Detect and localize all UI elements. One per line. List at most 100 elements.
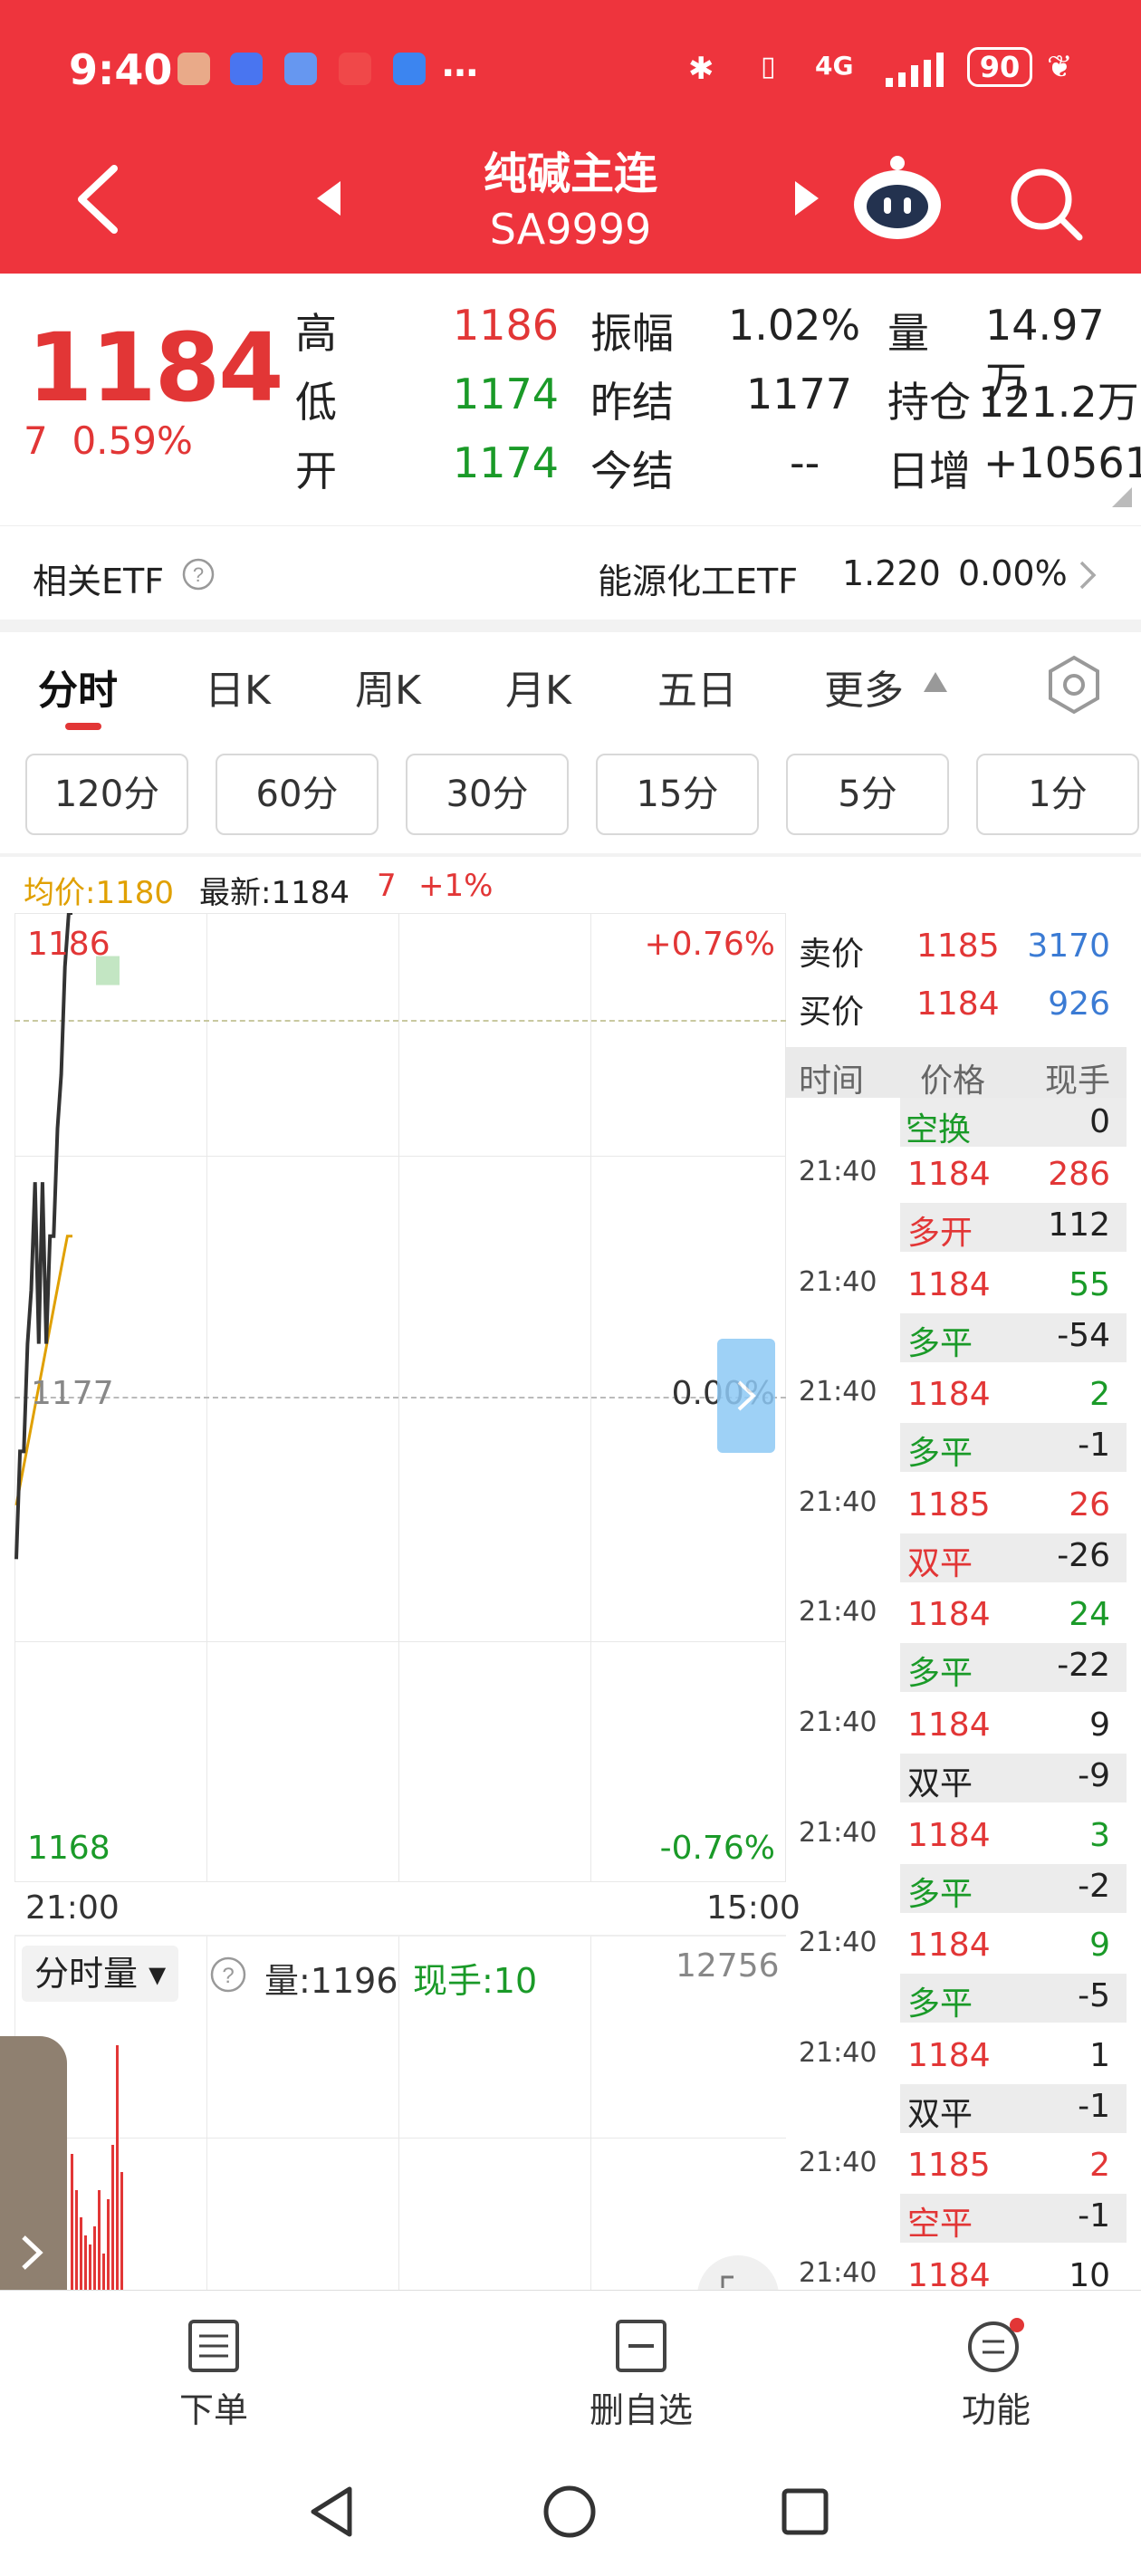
range-1[interactable]: 1分: [976, 754, 1139, 835]
trade-type: 双平: [907, 2095, 973, 2133]
help-icon[interactable]: ?: [181, 557, 216, 591]
volume-max: 12756: [676, 1947, 780, 1985]
trade-price: 1184: [907, 1927, 991, 1965]
range-5[interactable]: 5分: [786, 754, 949, 835]
trade-hand: -26: [1057, 1536, 1110, 1574]
etf-label: 相关ETF: [33, 562, 165, 601]
home-nav-icon[interactable]: [540, 2484, 599, 2540]
trade-volume: 26: [1069, 1485, 1110, 1523]
tab-more[interactable]: 更多: [824, 658, 904, 716]
trade-time: 21:40: [799, 2147, 877, 2179]
chevron-right-icon: [1079, 561, 1097, 590]
hand-value: 现手:10: [413, 1961, 538, 2001]
latest-price: 最新:1184: [199, 875, 350, 911]
bid-volume: 926: [1048, 985, 1110, 1023]
volume-indicator-label: 分时量: [34, 1954, 139, 1994]
trade-volume: 55: [1069, 1265, 1110, 1303]
gridline: [398, 1937, 399, 2292]
price-lines: [14, 913, 120, 1560]
range-120[interactable]: 120分: [25, 754, 188, 835]
help-icon[interactable]: ?: [208, 1955, 248, 1994]
prev-settle-value: 1177: [746, 370, 853, 418]
search-icon[interactable]: [1007, 165, 1085, 243]
prev-contract-icon[interactable]: [315, 179, 342, 217]
y-mid-label: 1177: [31, 1375, 114, 1412]
tab-five-day[interactable]: 五日: [657, 658, 737, 716]
range-15[interactable]: 15分: [596, 754, 759, 835]
price-change: 7 0.59%: [24, 418, 193, 463]
function-button[interactable]: 功能: [924, 2318, 1069, 2432]
trade-type: 多平: [907, 1324, 973, 1362]
tab-monthly-k[interactable]: 月K: [505, 658, 571, 716]
last-price: 1184: [27, 312, 283, 423]
vibrate-icon: ▯: [761, 51, 776, 82]
settings-hex-icon[interactable]: [1043, 654, 1105, 716]
tab-daily-k[interactable]: 日K: [205, 658, 271, 716]
latest-change: 7: [377, 868, 397, 904]
open-label: 开: [295, 447, 337, 495]
ask-price: 1185: [916, 928, 1000, 965]
x-start-label: 21:00: [25, 1889, 120, 1927]
more-notifications-icon: …: [442, 43, 478, 85]
daily-inc-label: 日增: [887, 447, 971, 495]
trade-hand: -9: [1078, 1757, 1110, 1794]
intraday-chart[interactable]: 1186 +0.76% 1177 0.00% 1168 -0.76%: [14, 913, 786, 1882]
trade-time: 21:40: [799, 1927, 877, 1959]
next-contract-icon[interactable]: [793, 179, 820, 217]
trade-hand: -1: [1078, 2197, 1110, 2235]
back-icon[interactable]: [72, 163, 123, 235]
trade-type: 多平: [907, 1875, 973, 1913]
trade-hand: -5: [1078, 1977, 1110, 2015]
recents-nav-icon[interactable]: [779, 2485, 833, 2540]
trade-hand: -1: [1078, 2087, 1110, 2125]
expand-orderbook-button[interactable]: [717, 1339, 775, 1453]
trade-time: 21:40: [799, 1376, 877, 1408]
divider: [0, 620, 1141, 632]
range-60[interactable]: 60分: [216, 754, 379, 835]
trade-price: 1184: [907, 1265, 991, 1303]
trade-type: 双平: [907, 1765, 973, 1802]
chevron-right-icon: [22, 2235, 43, 2270]
trade-volume: 2: [1089, 2147, 1110, 2185]
order-button[interactable]: 下单: [141, 2318, 286, 2432]
trade-price: 1184: [907, 2036, 991, 2074]
trade-price: 1184: [907, 1156, 991, 1193]
back-nav-icon[interactable]: [306, 2484, 357, 2540]
svg-text:?: ?: [222, 1964, 234, 1988]
trade-type: 多平: [907, 1655, 973, 1693]
tab-intraday[interactable]: 分时: [38, 658, 118, 716]
volume-indicator-select[interactable]: 分时量 ▾: [22, 1946, 179, 2002]
range-30[interactable]: 30分: [406, 754, 569, 835]
order-book: 卖价 1185 3170 买价 1184 926 时间 价格 现手 空换 0 2…: [786, 913, 1127, 2290]
trade-time: 21:40: [799, 1156, 877, 1187]
trade-volume: 24: [1069, 1596, 1110, 1634]
trade-price: 1184: [907, 1706, 991, 1744]
trade-row: 21:40 1184 9 双平 -9: [786, 1705, 1127, 1814]
trade-hand: -2: [1078, 1867, 1110, 1905]
function-label: 功能: [961, 2390, 1031, 2430]
y-top-label: 1186: [27, 926, 110, 963]
robot-assistant-icon[interactable]: [849, 152, 945, 243]
trade-volume: 9: [1089, 1706, 1110, 1744]
etf-name: 能源化工ETF: [598, 562, 799, 601]
corner-indicator-icon: [1112, 487, 1132, 507]
gridline: [590, 1937, 591, 2292]
fullscreen-button[interactable]: [695, 2254, 781, 2292]
remove-watchlist-button[interactable]: 删自选: [569, 2318, 714, 2432]
status-time: 9:40: [69, 45, 173, 94]
avg-price: 均价:1180: [24, 875, 174, 911]
tab-weekly-k[interactable]: 周K: [355, 658, 421, 716]
network-type: 4G: [815, 51, 854, 81]
prev-settle-label: 昨结: [590, 378, 674, 427]
trade-row: 21:40 1184 10: [786, 2255, 1127, 2290]
trade-hand: -1: [1078, 1427, 1110, 1465]
app-notification-icon: [177, 53, 210, 85]
app-notification-icon: [284, 53, 317, 85]
app-notification-icon: [393, 53, 426, 85]
bid-row: 买价 1184 926: [786, 975, 1127, 1036]
trade-row: 21:40 1184 286 多开 112: [786, 1154, 1127, 1264]
order-label: 下单: [178, 2390, 248, 2430]
related-etf-row[interactable]: 相关ETF ? 能源化工ETF 1.220 0.00%: [0, 525, 1141, 620]
bid-label: 买价: [799, 994, 865, 1031]
trade-type: 空换: [906, 1111, 972, 1149]
